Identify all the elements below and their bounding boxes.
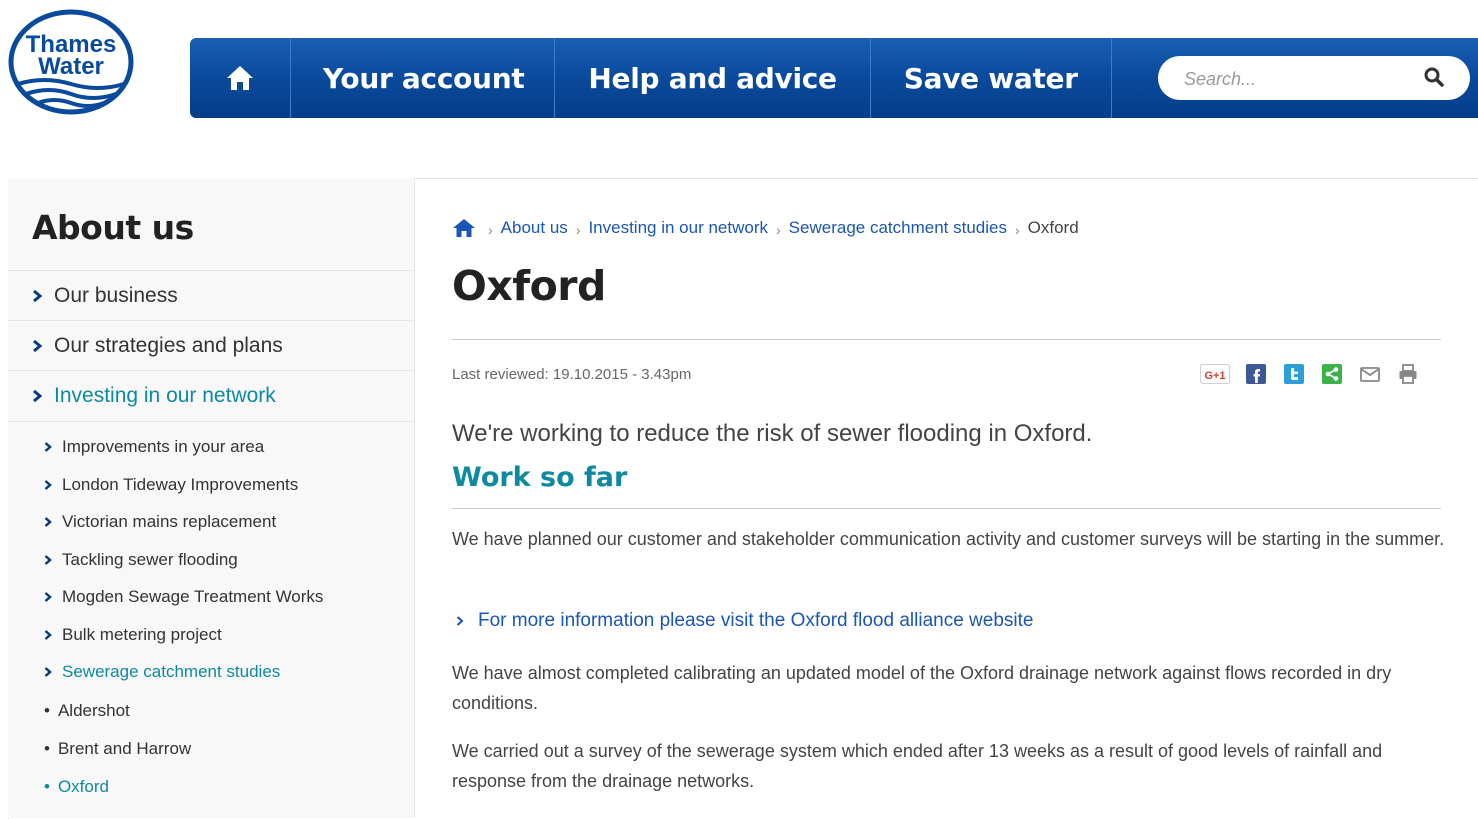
print-icon[interactable] <box>1396 362 1420 386</box>
last-reviewed: Last reviewed: 19.10.2015 - 3.43pm <box>452 366 692 383</box>
sidebar-subitem-label: Victorian mains replacement <box>62 511 277 531</box>
breadcrumb-current: Oxford <box>1027 218 1079 237</box>
facebook-icon[interactable] <box>1244 362 1268 386</box>
chevron-right-icon <box>33 389 42 403</box>
home-icon[interactable] <box>452 218 476 238</box>
sidebar-subitem-mogden[interactable]: Mogden Sewage Treatment Works <box>8 578 323 615</box>
sidebar: About us Our business Our strategies and… <box>8 178 415 818</box>
logo-icon: Thames Water <box>8 9 134 115</box>
chevron-right-icon <box>44 591 52 602</box>
breadcrumb-separator-icon: › <box>575 222 581 238</box>
chevron-right-icon <box>44 666 52 677</box>
page-title: Oxford <box>452 262 606 310</box>
sidebar-subitem-label: Bulk metering project <box>62 624 222 644</box>
share-toolbar: G+1 <box>1200 362 1420 386</box>
sidebar-item-our-strategies[interactable]: Our strategies and plans <box>8 320 414 371</box>
nav-help-and-advice[interactable]: Help and advice <box>555 38 871 118</box>
sidebar-subitem-label: Sewerage catchment studies <box>62 661 281 681</box>
sidebar-subitem-victorian-mains[interactable]: Victorian mains replacement <box>8 503 276 540</box>
sidebar-subsubitem-label: Aldershot <box>57 700 130 720</box>
breadcrumb-separator-icon: › <box>488 222 493 238</box>
chevron-right-icon <box>44 554 52 565</box>
chevron-right-icon <box>44 516 52 527</box>
nav-save-water[interactable]: Save water <box>871 38 1112 118</box>
thames-water-logo[interactable]: Thames Water <box>4 8 138 116</box>
home-icon <box>227 66 253 90</box>
breadcrumb-catchment-studies[interactable]: Sewerage catchment studies <box>789 218 1007 238</box>
paragraph-1: We have planned our customer and stakeho… <box>452 529 1445 549</box>
share-icon[interactable] <box>1320 362 1344 386</box>
sidebar-subitem-label: London Tideway Improvements <box>62 474 299 494</box>
breadcrumb-separator-icon: › <box>1014 222 1020 238</box>
bullet-icon: • <box>44 776 50 796</box>
chevron-right-icon <box>44 629 52 640</box>
chevron-right-icon <box>33 339 42 353</box>
search-input[interactable] <box>1182 56 1416 102</box>
search-icon[interactable] <box>1424 67 1444 87</box>
chevron-right-icon <box>44 479 52 490</box>
chevron-right-icon <box>456 616 464 626</box>
link-label: For more information please visit the Ox… <box>478 610 1034 631</box>
section-heading: Work so far <box>452 462 628 493</box>
title-divider <box>452 339 1441 340</box>
oxford-flood-alliance-link[interactable]: For more information please visit the Ox… <box>452 610 1033 632</box>
sidebar-subitem-improvements[interactable]: Improvements in your area <box>8 428 264 465</box>
sidebar-subitem-bulk-metering[interactable]: Bulk metering project <box>8 616 222 653</box>
chevron-right-icon <box>33 289 42 303</box>
sidebar-subsubitem-label: Oxford <box>57 776 109 796</box>
sidebar-subsubitem-aldershot[interactable]: • Aldershot <box>44 692 130 729</box>
bullet-icon: • <box>44 700 50 720</box>
sidebar-item-our-business[interactable]: Our business <box>8 270 414 321</box>
sidebar-item-label: Our business <box>54 284 178 307</box>
google-plus-icon[interactable]: G+1 <box>1200 362 1230 386</box>
sidebar-item-label: Investing in our network <box>54 384 276 407</box>
nav-home-button[interactable] <box>190 38 291 118</box>
sidebar-subitem-label: Tackling sewer flooding <box>62 549 238 569</box>
sidebar-subsubitem-brent-harrow[interactable]: • Brent and Harrow <box>44 730 191 767</box>
sidebar-item-investing[interactable]: Investing in our network <box>8 370 414 422</box>
breadcrumb-about-us[interactable]: About us <box>501 218 568 238</box>
sidebar-item-label: Our strategies and plans <box>54 334 283 357</box>
sidebar-subsubitem-label: Brent and Harrow <box>57 738 192 758</box>
breadcrumb: › About us › Investing in our network › … <box>452 218 1079 238</box>
sidebar-subitem-label: Improvements in your area <box>62 436 265 456</box>
section-divider <box>452 508 1441 509</box>
paragraph-3: We carried out a survey of the sewerage … <box>452 741 1383 791</box>
chevron-right-icon <box>44 441 52 452</box>
sidebar-subitem-sewer-flooding[interactable]: Tackling sewer flooding <box>8 541 238 578</box>
lead-paragraph: We're working to reduce the risk of sewe… <box>452 420 1093 447</box>
logo-text-line2: Water <box>38 53 104 80</box>
email-icon[interactable] <box>1358 362 1382 386</box>
search-box <box>1158 56 1470 102</box>
svg-text:G+1: G+1 <box>1204 370 1225 382</box>
bullet-icon: • <box>44 738 50 758</box>
paragraph-2: We have almost completed calibrating an … <box>452 663 1392 713</box>
nav-your-account[interactable]: Your account <box>291 38 556 118</box>
breadcrumb-separator-icon: › <box>776 222 781 238</box>
sidebar-title: About us <box>32 208 194 247</box>
sidebar-subitem-tideway[interactable]: London Tideway Improvements <box>8 466 298 503</box>
breadcrumb-investing[interactable]: Investing in our network <box>588 218 768 238</box>
sidebar-subsubitem-oxford[interactable]: • Oxford <box>44 768 109 805</box>
sidebar-subitem-label: Mogden Sewage Treatment Works <box>62 586 324 606</box>
twitter-icon[interactable] <box>1282 362 1306 386</box>
sidebar-subitem-catchment-studies[interactable]: Sewerage catchment studies <box>8 653 280 690</box>
